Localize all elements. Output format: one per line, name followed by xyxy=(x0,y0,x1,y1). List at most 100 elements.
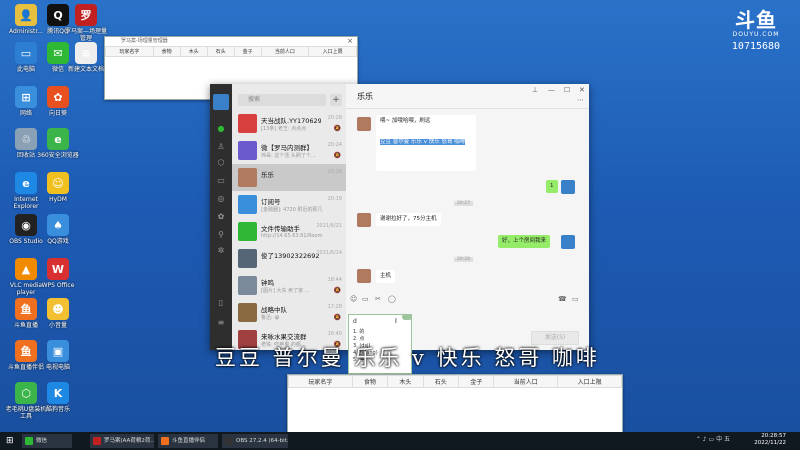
taskbar-app-icon xyxy=(93,437,101,445)
conversation-time: 16:40 xyxy=(327,331,342,337)
desktop-icon[interactable]: ▣ 电视电脑 xyxy=(36,340,80,371)
contact-avatar[interactable] xyxy=(357,269,371,283)
taskbar-item[interactable]: 斗鱼直播伴侣 xyxy=(158,434,218,448)
app-icon: e xyxy=(15,172,37,194)
column-header[interactable]: 石头 xyxy=(206,46,235,57)
desktop-icon[interactable]: ☻ 小音量 xyxy=(36,298,80,329)
column-header[interactable]: 玩家名字 xyxy=(105,46,154,57)
video-icon[interactable]: ▭ xyxy=(572,295,579,303)
windows-start-icon[interactable]: ⊞ xyxy=(6,436,14,446)
my-avatar[interactable] xyxy=(213,94,229,110)
channels-icon[interactable]: ✿ xyxy=(216,212,226,222)
table-window-titlebar[interactable]: 罗马案-场理量管理器 × xyxy=(105,37,357,46)
maximize-icon[interactable]: ☐ xyxy=(564,86,570,94)
column-header[interactable]: 食物 xyxy=(351,375,389,388)
chat-title: 乐乐 xyxy=(357,92,373,101)
taskbar-item-label: OBS 27.2.4 (64-bit... xyxy=(236,438,288,444)
desktop-icon[interactable]: K 酷狗音乐 xyxy=(36,382,80,413)
system-tray[interactable]: ⌃ ♪ ▭ 中 五 xyxy=(696,434,730,443)
players-table-big: 玩家名字 食物 木头 石头 金子 当前人口 入口上限 xyxy=(288,375,622,388)
pin-icon[interactable]: ⊥ xyxy=(532,86,538,94)
taskbar-item[interactable]: 微信 xyxy=(22,434,72,448)
chat-pane: 乐乐 ⊥ — ☐ ✕ ⋯ 喂~ 加哦哈喂，刷远 豆豆 普尔曼 乐乐 v 快乐 怒… xyxy=(346,84,589,350)
table-window-big[interactable]: 玩家名字 食物 木头 石头 金子 当前人口 入口上限 xyxy=(287,374,623,434)
desktop-icon[interactable]: ≡ 新建文本文档 xyxy=(64,42,108,73)
desktop-icon[interactable]: ☺ HyDM xyxy=(36,172,80,203)
conversation-item[interactable]: 战略中队 鲁迅: 😀 17:28 🔕 xyxy=(232,299,346,326)
desktop-icon-label: 小音量 xyxy=(48,322,67,329)
conversation-preview: [金融圈]: 4720 附近的那几... xyxy=(261,207,323,213)
chat-icon[interactable]: ● xyxy=(216,124,226,134)
conversation-item[interactable]: 微【罗马内测群】 伟哥: 这个活 头刷了个... 20:24 🔕 xyxy=(232,137,346,164)
conversation-time: 18:44 xyxy=(327,277,342,283)
search-input[interactable]: 搜索 xyxy=(238,94,326,106)
desktop-icon[interactable]: W WPS Office xyxy=(36,258,80,289)
column-header[interactable]: 当前人口 xyxy=(260,46,310,57)
add-button[interactable]: + xyxy=(330,94,342,106)
app-icon: ✿ xyxy=(47,86,69,108)
desktop-icon[interactable]: ✿ 向日葵 xyxy=(36,86,80,117)
close-icon[interactable]: × xyxy=(347,37,353,46)
column-header[interactable]: 木头 xyxy=(387,375,424,388)
conversation-item[interactable]: 钟鸣 [图片] 大东 卖了家 ... 18:44 🔕 xyxy=(232,272,346,299)
column-header[interactable]: 金子 xyxy=(233,46,262,57)
contact-avatar[interactable] xyxy=(357,213,371,227)
column-header[interactable]: 玩家名字 xyxy=(288,375,353,388)
mute-icon: 🔕 xyxy=(333,152,341,159)
settings-icon[interactable]: ≡ xyxy=(216,318,226,328)
conversation-item[interactable]: 乐乐 20:26 xyxy=(232,164,346,191)
conversation-preview: 鲁迅: 😀 xyxy=(261,315,280,321)
input-toolbar: ☺ ▭ ✂ ◯ ☎ ▭ xyxy=(346,293,589,307)
wechat-window[interactable]: ● ♙ ⬡ ▭ ◎ ✿ ⚲ ✲ ▯ ≡ 搜索 + 天当战队.YY17062969… xyxy=(210,84,589,350)
ime-input: d xyxy=(353,318,357,325)
miniprogram-icon[interactable]: ✲ xyxy=(216,246,226,256)
conversation-item[interactable]: 文件传输助手 http://14.65.63.81/Room... 2021/6/2… xyxy=(232,218,346,245)
taskbar-app-icon xyxy=(225,437,233,445)
my-avatar[interactable] xyxy=(561,180,575,194)
more-icon[interactable]: ⋯ xyxy=(577,96,584,104)
chat-history-icon[interactable]: ◯ xyxy=(388,295,396,303)
app-icon: e xyxy=(47,128,69,150)
desktop-icon-label: QQ游戏 xyxy=(47,238,69,245)
conversation-name: 订阅号 xyxy=(261,198,281,206)
column-header[interactable]: 食物 xyxy=(152,46,181,57)
my-avatar[interactable] xyxy=(561,235,575,249)
clock[interactable]: 20:28:57 2022/11/22 xyxy=(754,433,786,447)
conversation-item[interactable]: 天当战队.YY17062969[13条] 老王: 点点点 20:28 🔕 xyxy=(232,110,346,137)
taskbar-item[interactable]: OBS 27.2.4 (64-bit... xyxy=(222,434,288,448)
desktop-icon[interactable]: ♠ QQ游戏 xyxy=(36,214,80,245)
moments-icon[interactable]: ◎ xyxy=(216,194,226,204)
column-header[interactable]: 金子 xyxy=(458,375,495,388)
search-icon[interactable]: ⚲ xyxy=(216,230,226,240)
contact-avatar[interactable] xyxy=(357,117,371,131)
conversation-time: 20:24 xyxy=(327,142,342,148)
scissors-icon[interactable]: ✂ xyxy=(375,295,381,303)
close-icon[interactable]: ✕ xyxy=(579,86,585,94)
ime-candidate[interactable]: 1. 的 xyxy=(353,329,378,336)
folder-icon[interactable]: ▭ xyxy=(362,295,369,303)
conversation-avatar xyxy=(238,249,257,268)
clock-date: 2022/11/22 xyxy=(754,440,786,446)
table-window-title: 罗马案-场理量管理器 xyxy=(121,38,168,44)
app-icon: ▣ xyxy=(47,340,69,362)
desktop-icon[interactable]: 罗罗马案—场理量管理 xyxy=(64,4,108,42)
conversation-item[interactable]: 俊了13902322692 2021/6/14 xyxy=(232,245,346,272)
column-header[interactable]: 石头 xyxy=(422,375,460,388)
taskbar-item-label: 斗鱼直播伴侣 xyxy=(172,438,206,444)
column-header[interactable]: 入口上限 xyxy=(557,375,622,388)
desktop-icon[interactable]: e 360安全浏览器 xyxy=(36,128,80,159)
conversation-item[interactable]: 订阅号 [金融圈]: 4720 附近的那几... 20:19 xyxy=(232,191,346,218)
files-icon[interactable]: ▭ xyxy=(216,176,226,186)
emoji-icon[interactable]: ☺ xyxy=(350,295,357,303)
desktop-icon-label: 新建文本文档 xyxy=(67,66,104,73)
conversation-time: 2021/6/14 xyxy=(316,250,342,256)
minimize-icon[interactable]: — xyxy=(548,86,555,94)
favorites-icon[interactable]: ⬡ xyxy=(216,158,226,168)
column-header[interactable]: 入口上限 xyxy=(308,46,357,57)
call-icon[interactable]: ☎ xyxy=(558,295,567,303)
contacts-icon[interactable]: ♙ xyxy=(216,142,226,152)
taskbar-item[interactable]: 罗马案(AA荷粮2荷... xyxy=(90,434,154,448)
phone-icon[interactable]: ▯ xyxy=(216,298,226,308)
column-header[interactable]: 当前人口 xyxy=(493,375,559,388)
column-header[interactable]: 木头 xyxy=(179,46,208,57)
